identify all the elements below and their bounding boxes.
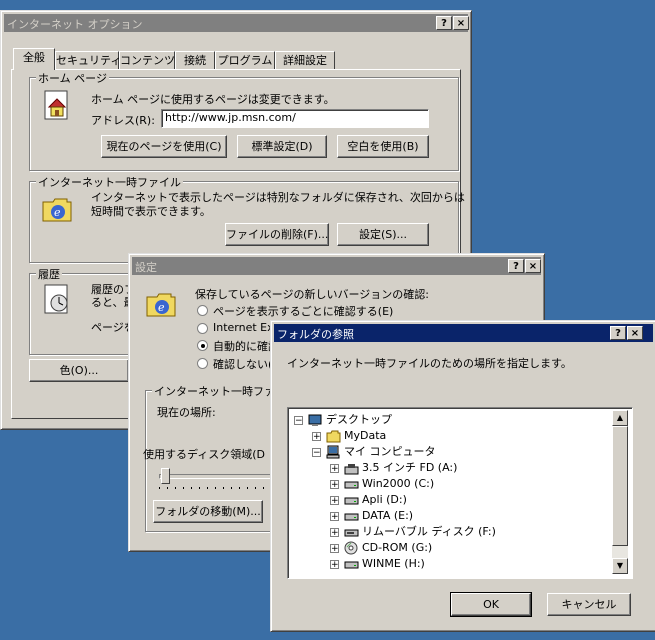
browse-folder-title: フォルダの参照: [277, 328, 354, 341]
tree-item[interactable]: WINME (H:): [344, 556, 425, 572]
option-automatic-radio[interactable]: [197, 340, 208, 351]
browse-close-button[interactable]: ×: [627, 326, 643, 340]
tree-item[interactable]: リムーバブル ディスク (F:): [344, 524, 496, 540]
tree-item[interactable]: DATA (E:): [344, 508, 413, 524]
history-icon: [44, 284, 68, 314]
tab-programs[interactable]: プログラム: [215, 51, 275, 69]
colors-button[interactable]: 色(O)...: [29, 359, 129, 382]
use-blank-button[interactable]: 空白を使用(B): [337, 135, 429, 158]
tab-connections[interactable]: 接続: [175, 51, 215, 69]
tree-item-label: デスクトップ: [326, 413, 392, 426]
drive-icon: [344, 481, 359, 488]
tab-advanced[interactable]: 詳細設定: [275, 51, 335, 69]
computer-icon: [326, 445, 340, 458]
cdrom-icon: [344, 541, 358, 554]
use-current-button[interactable]: 現在のページを使用(C): [101, 135, 227, 158]
tab-security[interactable]: セキュリティ: [55, 51, 121, 69]
tab-content[interactable]: コンテンツ: [119, 51, 175, 69]
current-location-label: 現在の場所:: [157, 406, 216, 419]
tree-expander[interactable]: +: [312, 432, 321, 442]
disk-usage-label: 使用するディスク領域(D: [143, 448, 265, 461]
tree-item-label: リムーバブル ディスク (F:): [362, 525, 496, 538]
tree-expander[interactable]: +: [330, 528, 339, 538]
tree-item[interactable]: デスクトップ: [308, 412, 392, 428]
settings-close-button[interactable]: ×: [525, 259, 541, 273]
help-button[interactable]: ?: [436, 16, 452, 30]
temporary-files-group-label: インターネット一時ファイル: [36, 174, 183, 190]
tree-item-label: Apli (D:): [362, 493, 407, 506]
folder-tree[interactable]: − デスクトップ + MyData − マイ コンピュータ +3.5 インチ FD (A:)…: [287, 407, 633, 579]
tree-item-label: 3.5 インチ FD (A:): [362, 461, 458, 474]
tree-item[interactable]: マイ コンピュータ: [326, 444, 436, 460]
drive-icon: [344, 497, 359, 504]
check-newer-versions-label: 保存しているページの新しいバージョンの確認:: [195, 288, 429, 301]
option-every-visit-radio[interactable]: [197, 305, 208, 316]
settings-help-button[interactable]: ?: [508, 259, 524, 273]
browse-help-button[interactable]: ?: [610, 326, 626, 340]
svg-text:e: e: [54, 206, 61, 219]
history-group-label: 履歴: [36, 266, 62, 282]
cancel-button[interactable]: キャンセル: [547, 593, 631, 616]
option-every-visit-label[interactable]: ページを表示するごとに確認する(E): [213, 303, 393, 319]
tree-scrollbar[interactable]: ▲ ▼: [612, 410, 628, 574]
tree-item[interactable]: Apli (D:): [344, 492, 407, 508]
tree-item-label: Win2000 (C:): [362, 477, 435, 490]
tree-item[interactable]: Win2000 (C:): [344, 476, 434, 492]
tree-expander[interactable]: +: [330, 544, 339, 554]
browse-prompt: インターネット一時ファイルのための場所を指定します。: [287, 357, 572, 370]
tree-expander[interactable]: +: [330, 560, 339, 570]
tree-expander[interactable]: +: [330, 512, 339, 522]
drive-icon: [344, 561, 359, 568]
home-page-group-label: ホーム ページ: [36, 70, 109, 86]
ok-button[interactable]: OK: [450, 592, 532, 617]
delete-files-button[interactable]: ファイルの削除(F)...: [225, 223, 329, 246]
temporary-files-folder-icon: e: [42, 198, 72, 222]
temporary-files-description-line2: 短時間で表示できます。: [91, 205, 211, 218]
slider-track: [159, 474, 281, 479]
move-folder-button[interactable]: フォルダの移動(M)...: [153, 500, 263, 523]
tree-item-label: CD-ROM (G:): [362, 541, 433, 554]
drive-icon: [344, 513, 359, 520]
home-page-icon: [44, 90, 68, 120]
tree-expander[interactable]: +: [330, 464, 339, 474]
tree-expander[interactable]: +: [330, 496, 339, 506]
tree-item-label: WINME (H:): [362, 557, 425, 570]
slider-thumb[interactable]: [161, 468, 170, 484]
tree-item-label: DATA (E:): [362, 509, 414, 522]
tree-expander[interactable]: −: [294, 416, 303, 426]
scroll-thumb[interactable]: [612, 426, 628, 546]
floppy-icon: [344, 463, 359, 474]
tree-item[interactable]: 3.5 インチ FD (A:): [344, 460, 457, 476]
internet-options-titlebar[interactable]: インターネット オプション ? ×: [4, 14, 469, 32]
close-button[interactable]: ×: [453, 16, 469, 30]
option-every-start-radio[interactable]: [197, 323, 208, 334]
settings-folder-icon: e: [146, 293, 176, 317]
option-never-radio[interactable]: [197, 358, 208, 369]
settings-titlebar[interactable]: 設定 ? ×: [132, 257, 541, 275]
address-label: アドレス(R):: [91, 114, 155, 127]
tree-item-label: MyData: [344, 429, 387, 442]
removable-drive-icon: [344, 529, 359, 536]
svg-text:e: e: [158, 301, 165, 314]
tab-general[interactable]: 全般: [13, 48, 55, 70]
tree-item[interactable]: MyData: [326, 428, 386, 444]
temporary-files-settings-button[interactable]: 設定(S)...: [337, 223, 429, 246]
slider-ticks: [159, 487, 279, 489]
browse-folder-window: フォルダの参照 ? × インターネット一時ファイルのための場所を指定します。 −…: [270, 320, 655, 632]
window-title: インターネット オプション: [7, 18, 143, 31]
settings-title: 設定: [135, 261, 157, 274]
desktop-icon: [308, 414, 322, 426]
home-page-description: ホーム ページに使用するページは変更できます。: [91, 93, 335, 106]
tree-item-label: マイ コンピュータ: [344, 445, 436, 458]
tree-expander[interactable]: +: [330, 480, 339, 490]
tree-expander[interactable]: −: [312, 448, 321, 458]
use-default-button[interactable]: 標準設定(D): [237, 135, 327, 158]
scroll-up-button[interactable]: ▲: [612, 410, 628, 426]
scroll-down-button[interactable]: ▼: [612, 558, 628, 574]
folder-icon: [326, 430, 341, 442]
tree-item[interactable]: CD-ROM (G:): [344, 540, 432, 556]
disk-usage-slider[interactable]: [159, 468, 281, 490]
browse-folder-titlebar[interactable]: フォルダの参照 ? ×: [274, 324, 653, 342]
address-field[interactable]: http://www.jp.msn.com/: [161, 109, 429, 128]
